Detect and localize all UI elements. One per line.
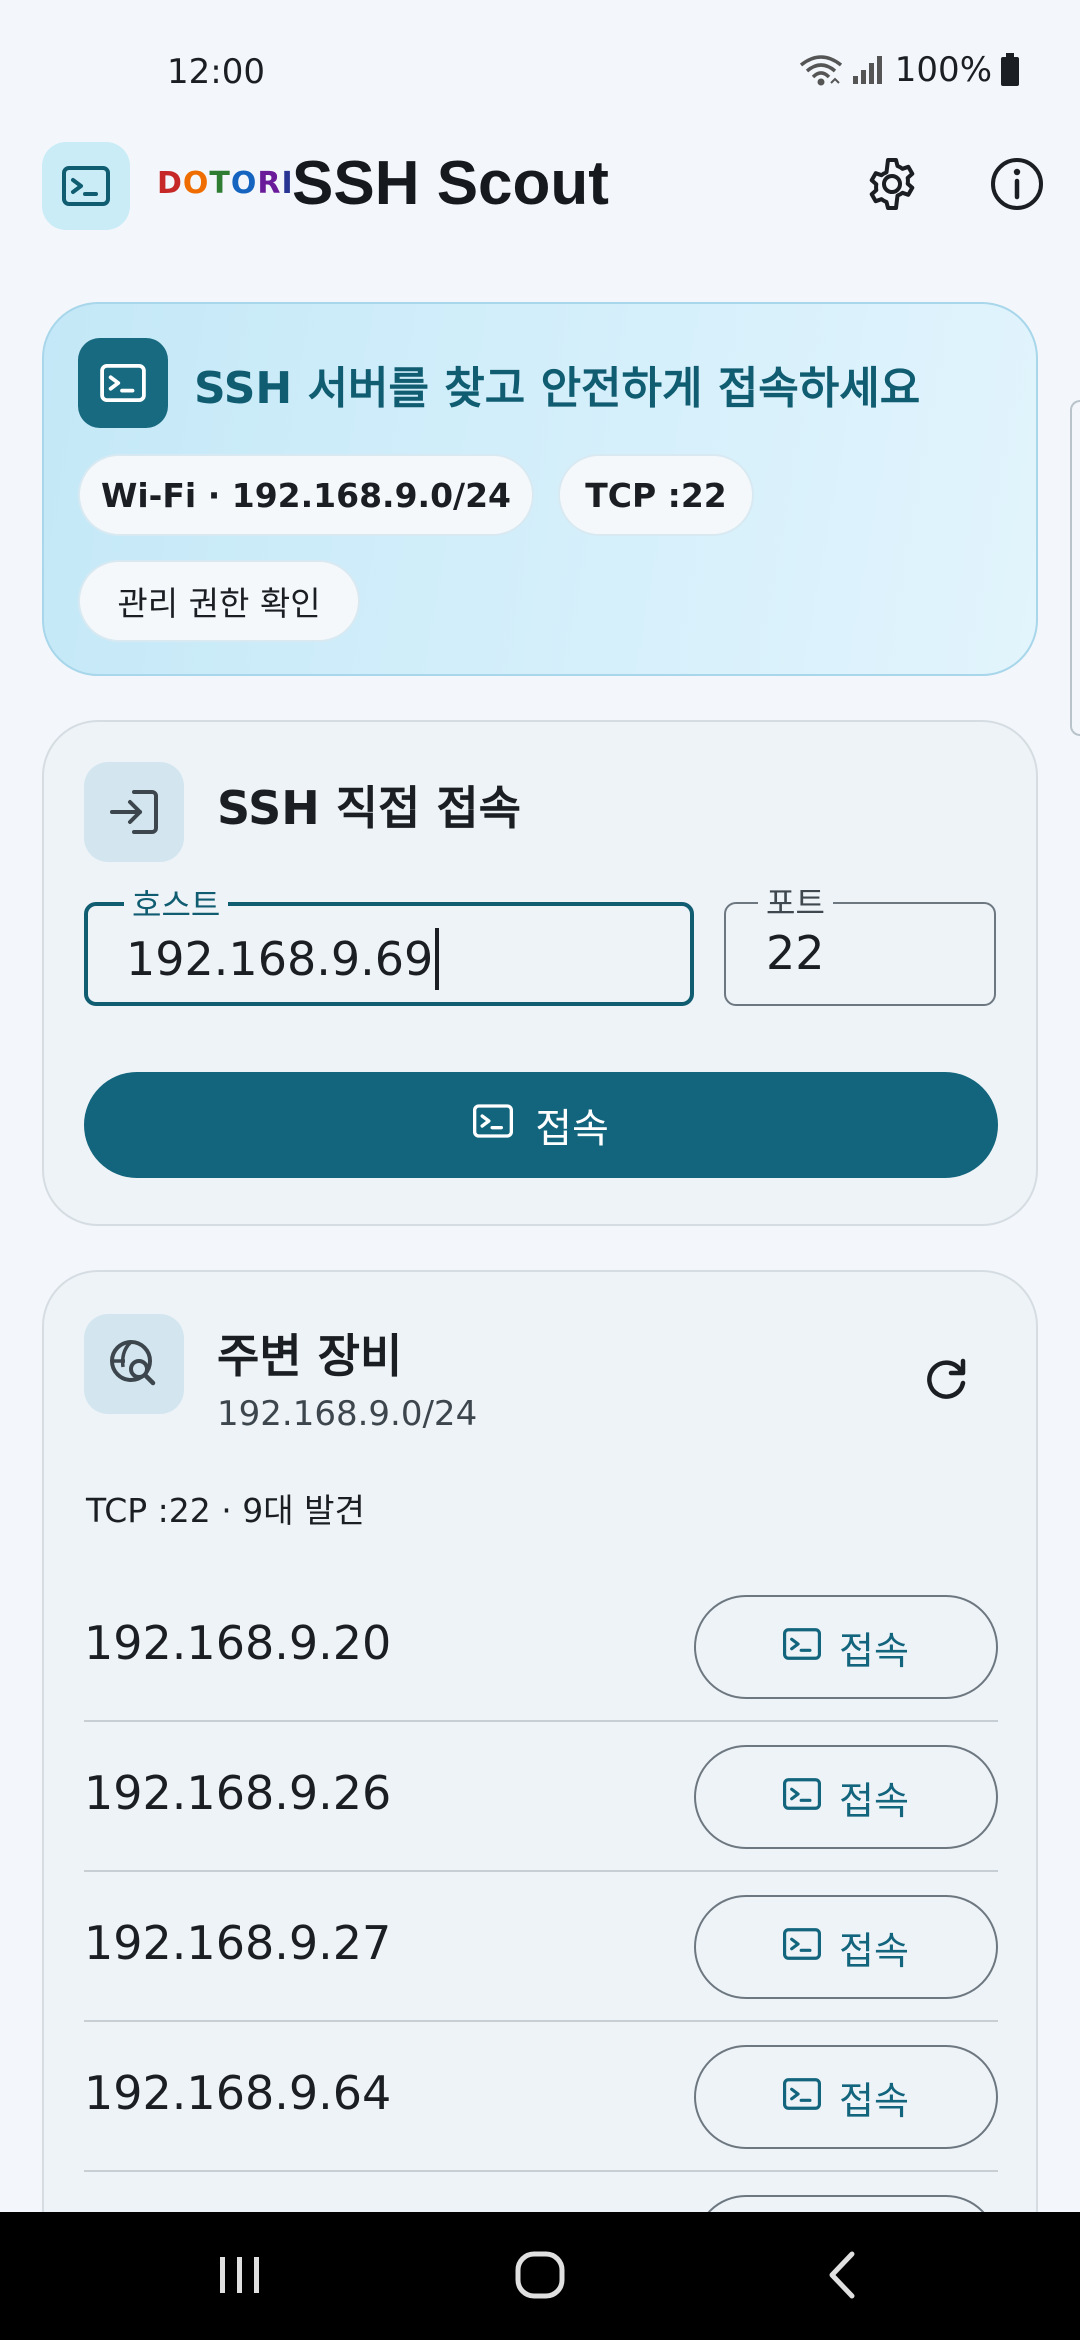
device-connect-button[interactable]: 접속 (694, 2045, 998, 2149)
host-value: 192.168.9.69 (126, 932, 434, 986)
terminal-icon (783, 2075, 822, 2119)
status-icons: 100% (799, 50, 1020, 90)
scroll-indicator[interactable] (1070, 400, 1080, 736)
info-button[interactable] (977, 146, 1057, 226)
brand-letter: R (257, 166, 282, 201)
device-connect-button[interactable]: 접속 (694, 1895, 998, 1999)
info-icon (989, 156, 1045, 216)
port-chip[interactable]: TCP :22 (558, 454, 754, 536)
device-row: 192.168.9.26 접속 (84, 1722, 998, 1872)
network-search-icon (84, 1314, 184, 1414)
wifi-icon (799, 53, 843, 87)
direct-connect-card: SSH 직접 접속 호스트 192.168.9.69 포트 22 접속 (42, 720, 1038, 1226)
device-connect-button[interactable]: 접속 (694, 1595, 998, 1699)
host-input[interactable]: 192.168.9.69 (126, 928, 440, 990)
gear-icon (864, 156, 920, 216)
device-row: 192.168.9.20 접속 (84, 1572, 998, 1722)
device-ip: 192.168.9.27 (84, 1916, 392, 1970)
device-row: 192.168.9.64 접속 (84, 2022, 998, 2172)
port-value: 22 (766, 926, 825, 980)
brand-letter: D (157, 166, 183, 201)
scan-info: TCP :22 · 9대 발견 (86, 1491, 365, 1530)
text-caret (435, 928, 440, 990)
port-label: 포트 (758, 878, 833, 924)
battery-icon (1000, 53, 1020, 87)
host-field[interactable]: 호스트 192.168.9.69 (84, 880, 694, 1006)
app-bar: DOTORI SSH Scout (0, 140, 1080, 280)
refresh-button[interactable] (906, 1342, 986, 1422)
device-connect-label: 접속 (839, 1928, 909, 1973)
terminal-icon (783, 1925, 822, 1969)
device-ip: 192.168.9.20 (84, 1616, 392, 1670)
settings-button[interactable] (852, 146, 932, 226)
login-icon (84, 762, 184, 862)
recents-icon (217, 2253, 263, 2301)
device-connect-label: 접속 (839, 1778, 909, 1823)
nearby-devices-card: 주변 장비 192.168.9.0/24 TCP :22 · 9대 발견 192… (42, 1270, 1038, 2340)
terminal-icon (42, 142, 130, 230)
home-icon (514, 2250, 566, 2304)
status-bar: 12:00 100% (0, 0, 1080, 140)
host-label: 호스트 (124, 880, 229, 926)
device-connect-label: 접속 (839, 2078, 909, 2123)
device-connect-label: 접속 (839, 1628, 909, 1673)
terminal-icon (783, 1775, 822, 1819)
brand-letter: O (230, 166, 258, 201)
refresh-icon (921, 1355, 971, 1409)
nearby-subnet: 192.168.9.0/24 (217, 1394, 478, 1434)
navigation-bar (0, 2212, 1080, 2340)
connect-button-label: 접속 (535, 1106, 609, 1152)
device-row: 192.168.9.27 접속 (84, 1872, 998, 2022)
device-ip: 192.168.9.64 (84, 2066, 392, 2120)
port-field[interactable]: 포트 22 (724, 878, 996, 1006)
permission-chip[interactable]: 관리 권한 확인 (78, 560, 360, 642)
terminal-icon (473, 1102, 514, 1148)
nearby-title: 주변 장비 (217, 1329, 403, 1383)
recents-button[interactable] (200, 2242, 280, 2312)
direct-connect-title: SSH 직접 접속 (217, 781, 522, 835)
device-connect-button[interactable]: 접속 (694, 1745, 998, 1849)
port-input[interactable]: 22 (766, 926, 825, 980)
terminal-icon (78, 338, 168, 428)
app-title: SSH Scout (292, 149, 609, 218)
home-button[interactable] (500, 2242, 580, 2312)
signal-icon (851, 54, 887, 86)
terminal-icon (783, 1625, 822, 1669)
back-button[interactable] (802, 2242, 882, 2312)
brand-letter: T (209, 166, 231, 201)
hero-title: SSH 서버를 찾고 안전하게 접속하세요 (194, 363, 921, 414)
brand-logo: DOTORI (157, 166, 294, 201)
brand-letter: O (182, 166, 210, 201)
connect-button[interactable]: 접속 (84, 1072, 998, 1178)
status-time: 12:00 (167, 52, 265, 92)
battery-text: 100% (894, 50, 992, 90)
hero-card: SSH 서버를 찾고 안전하게 접속하세요 Wi-Fi · 192.168.9.… (42, 302, 1038, 676)
network-chip[interactable]: Wi-Fi · 192.168.9.0/24 (78, 454, 534, 536)
device-ip: 192.168.9.26 (84, 1766, 392, 1820)
back-icon (822, 2250, 862, 2304)
